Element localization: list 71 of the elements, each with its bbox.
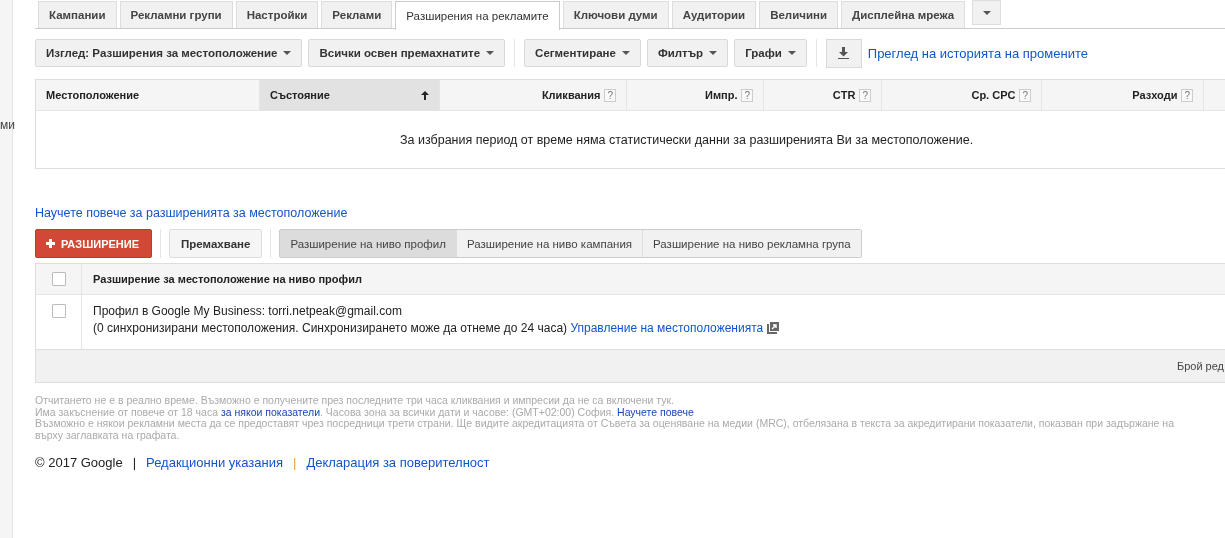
help-icon[interactable]: ? <box>604 88 616 102</box>
dropdown-button[interactable]: Сегментиране <box>524 39 641 67</box>
footer-link[interactable]: Редакционни указания <box>146 455 283 470</box>
caret-icon <box>283 51 292 55</box>
learn-more-link[interactable]: Научете повече за разширенията за местоположение <box>35 206 348 220</box>
row-checkbox[interactable] <box>51 304 66 318</box>
help-icon[interactable]: ? <box>859 88 871 102</box>
empty-message: За избрания период от време няма статистически данни за разширенията Ви за местоположение. <box>400 132 974 147</box>
column-label: Състояние <box>270 89 330 101</box>
plus-icon <box>46 239 55 248</box>
tab[interactable]: Рекламни групи <box>119 1 233 28</box>
manage-locations-link[interactable]: Управление на местоположенията <box>570 321 764 335</box>
level-toggle[interactable]: Разширение на ниво рекламна група <box>643 230 861 257</box>
history-link[interactable]: Преглед на историята на промените <box>867 45 1088 61</box>
level-toggle[interactable]: Разширение на ниво кампания <box>456 230 644 257</box>
tab[interactable]: Разширения на рекламите <box>395 1 560 30</box>
column-header[interactable]: Състояние <box>260 80 440 110</box>
column-label: Ср. CPC <box>971 89 1016 101</box>
sidebar-item[interactable]: ми <box>0 118 15 132</box>
caret-icon <box>486 51 495 55</box>
row-count-label: Брой ред <box>1176 360 1224 372</box>
tab[interactable]: Дисплейна мрежа <box>841 1 966 28</box>
separator-text: | <box>132 455 137 470</box>
column-header[interactable]: Импр. ? <box>627 80 764 110</box>
level-toggle[interactable]: Разширение на ниво профил <box>280 230 457 257</box>
footnote-text: Има закъснение от повече от 18 часа за някои показатели. Часова зона за всички дати и часове: (GMT+02:00) София. Научете повече <box>35 406 695 418</box>
help-icon[interactable]: ? <box>1019 88 1031 102</box>
tab[interactable]: Ключови думи <box>562 1 669 28</box>
caret-icon <box>709 51 718 55</box>
dropdown-button[interactable]: Изглед: Разширения за местоположение <box>35 39 303 67</box>
select-all-checkbox[interactable] <box>51 272 66 286</box>
tab[interactable]: Кампании <box>38 1 117 28</box>
download-button[interactable] <box>825 38 862 68</box>
column-header[interactable]: Ср. CPC ? <box>882 80 1042 110</box>
help-icon[interactable]: ? <box>741 88 753 102</box>
sync-status-text: (0 синхронизирани местоположения. Синхронизирането може да отнеме до 24 часа) <box>93 321 568 335</box>
footnote-text: Отчитането не е в реално време. Възможно е получените през последните три часа кликвания и импресии да не са включени тук. <box>35 395 675 407</box>
column-header[interactable]: Разходи ? <box>1042 80 1204 110</box>
tab[interactable]: Реклами <box>321 1 393 28</box>
column-header[interactable]: CTR ? <box>764 80 882 110</box>
tab[interactable]: Величини <box>759 1 838 28</box>
column-label: Разходи <box>1132 89 1178 101</box>
caret-icon <box>787 51 796 55</box>
footnote-link[interactable]: за някои показатели <box>220 405 320 418</box>
more-tabs-button[interactable] <box>972 0 1002 25</box>
column-label: Разширение за местоположение на ниво профил <box>93 273 362 285</box>
add-extension-button[interactable]: РАЗШИРЕНИЕ <box>35 229 153 258</box>
footer-link[interactable]: Декларация за поверителност <box>306 455 490 470</box>
column-label: Местоположение <box>46 89 140 101</box>
remove-button[interactable]: Премахване <box>169 229 263 258</box>
separator-text: | <box>293 455 297 470</box>
column-label: Кликвания <box>541 89 601 101</box>
footnote-text: Възможно е някои рекламни места да се предоставят чрез посредници трети страни. Ще видите акредитацията от Съвета за оценяване на медии (MRC), отбелязана в текста за акредитирани показатели, показван при задържане на <box>35 418 1175 430</box>
column-label: CTR <box>832 89 856 101</box>
external-link-icon <box>767 322 780 334</box>
tab[interactable]: Настройки <box>235 1 319 28</box>
footnote-text: върху заглавката на графата. <box>35 429 181 441</box>
caret-icon <box>621 51 630 55</box>
tab[interactable]: Аудитории <box>671 1 757 28</box>
column-header[interactable]: Кликвания ? <box>440 80 627 110</box>
sort-arrow-icon <box>421 90 429 100</box>
dropdown-button[interactable]: Всички освен премахнатите <box>308 39 506 67</box>
copyright-text: © 2017 Google <box>35 455 123 470</box>
dropdown-button[interactable]: Филтър <box>646 39 729 67</box>
help-icon[interactable]: ? <box>1181 88 1193 102</box>
profile-text: Профил в Google My Business: torri.netpeak@gmail.com <box>93 303 403 320</box>
dropdown-button[interactable]: Графи <box>734 39 807 67</box>
footnote-link[interactable]: Научете повече <box>617 405 694 418</box>
download-icon <box>838 47 850 59</box>
column-label: Импр. <box>704 89 738 101</box>
caret-icon <box>982 10 991 15</box>
